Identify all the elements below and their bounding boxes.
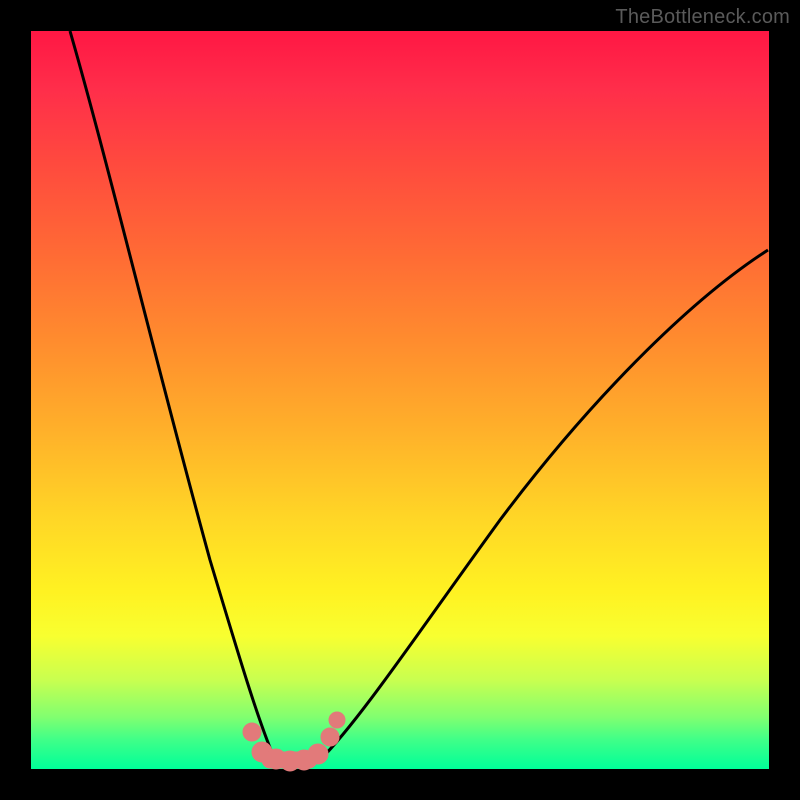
trough-markers	[243, 712, 345, 771]
chart-svg	[0, 0, 800, 800]
curve-left	[70, 31, 275, 760]
chart-frame: TheBottleneck.com	[0, 0, 800, 800]
curve-right	[320, 250, 768, 760]
watermark-text: TheBottleneck.com	[615, 6, 790, 29]
